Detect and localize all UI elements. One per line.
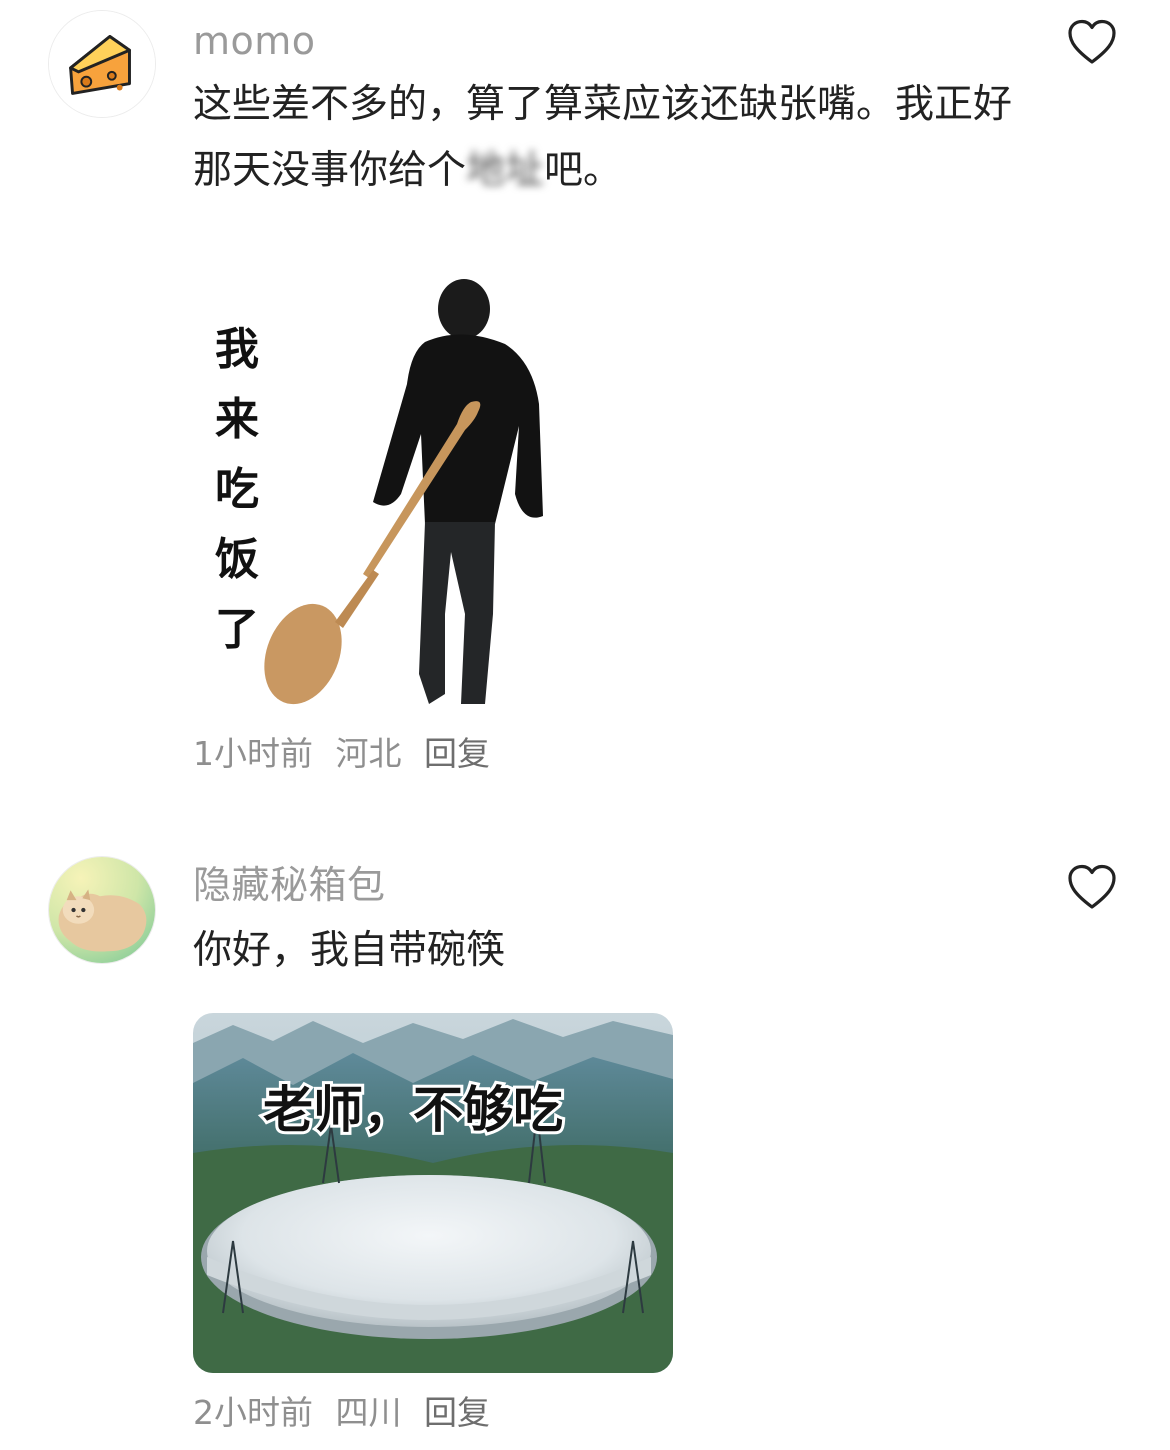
reply-button[interactable]: 回复 [424,1393,490,1432]
telescope-image: 老师，不够吃 [193,1013,673,1373]
reply-button[interactable]: 回复 [424,734,490,773]
caption-char: 我 [215,324,259,375]
heart-outline-icon [1068,19,1116,64]
location: 河北 [335,734,402,773]
caption-char: 饭 [215,534,259,585]
meme-sticker[interactable]: 老师，不够吃 [193,1013,673,1373]
like-button[interactable] [1066,862,1118,914]
caption-char: 了 [215,604,259,655]
like-button[interactable] [1066,17,1118,69]
username[interactable]: 隐藏秘箱包 [193,866,386,904]
meme-sticker[interactable]: 我 来 吃 饭 了 [193,234,553,712]
user-avatar[interactable] [48,856,156,964]
comment-meta: 2小时前 四川 回复 [193,1396,502,1429]
location: 四川 [335,1393,402,1432]
cat-avatar [49,857,155,963]
timestamp: 2小时前 [193,1393,313,1432]
username[interactable]: momo [193,22,316,60]
man-with-spoon-image: 我 来 吃 饭 了 [193,234,553,712]
caption-char: 吃 [215,464,259,515]
comment-text: 你好，我自带碗筷 [193,928,506,973]
user-avatar[interactable] [48,10,156,118]
timestamp: 1小时前 [193,734,313,773]
comment-text: 这些差不多的，算了算菜应该还缺张嘴。我正好那天没事你给个地址吧。 [193,72,1033,204]
blurred-text: 地址 [466,148,545,193]
comment-meta: 1小时前 河北 回复 [193,737,502,770]
heart-outline-icon [1068,864,1116,909]
sticker-caption: 老师，不够吃 [263,1081,563,1139]
caption-char: 来 [215,394,259,445]
comment-item: 隐藏秘箱包 你好，我自带碗筷 老师，不够吃 2小时前 四川 回复 [0,840,1170,1450]
comment-item: momo 这些差不多的，算了算菜应该还缺张嘴。我正好那天没事你给个地址吧。 我 … [0,0,1170,800]
cheese-icon [49,11,155,117]
